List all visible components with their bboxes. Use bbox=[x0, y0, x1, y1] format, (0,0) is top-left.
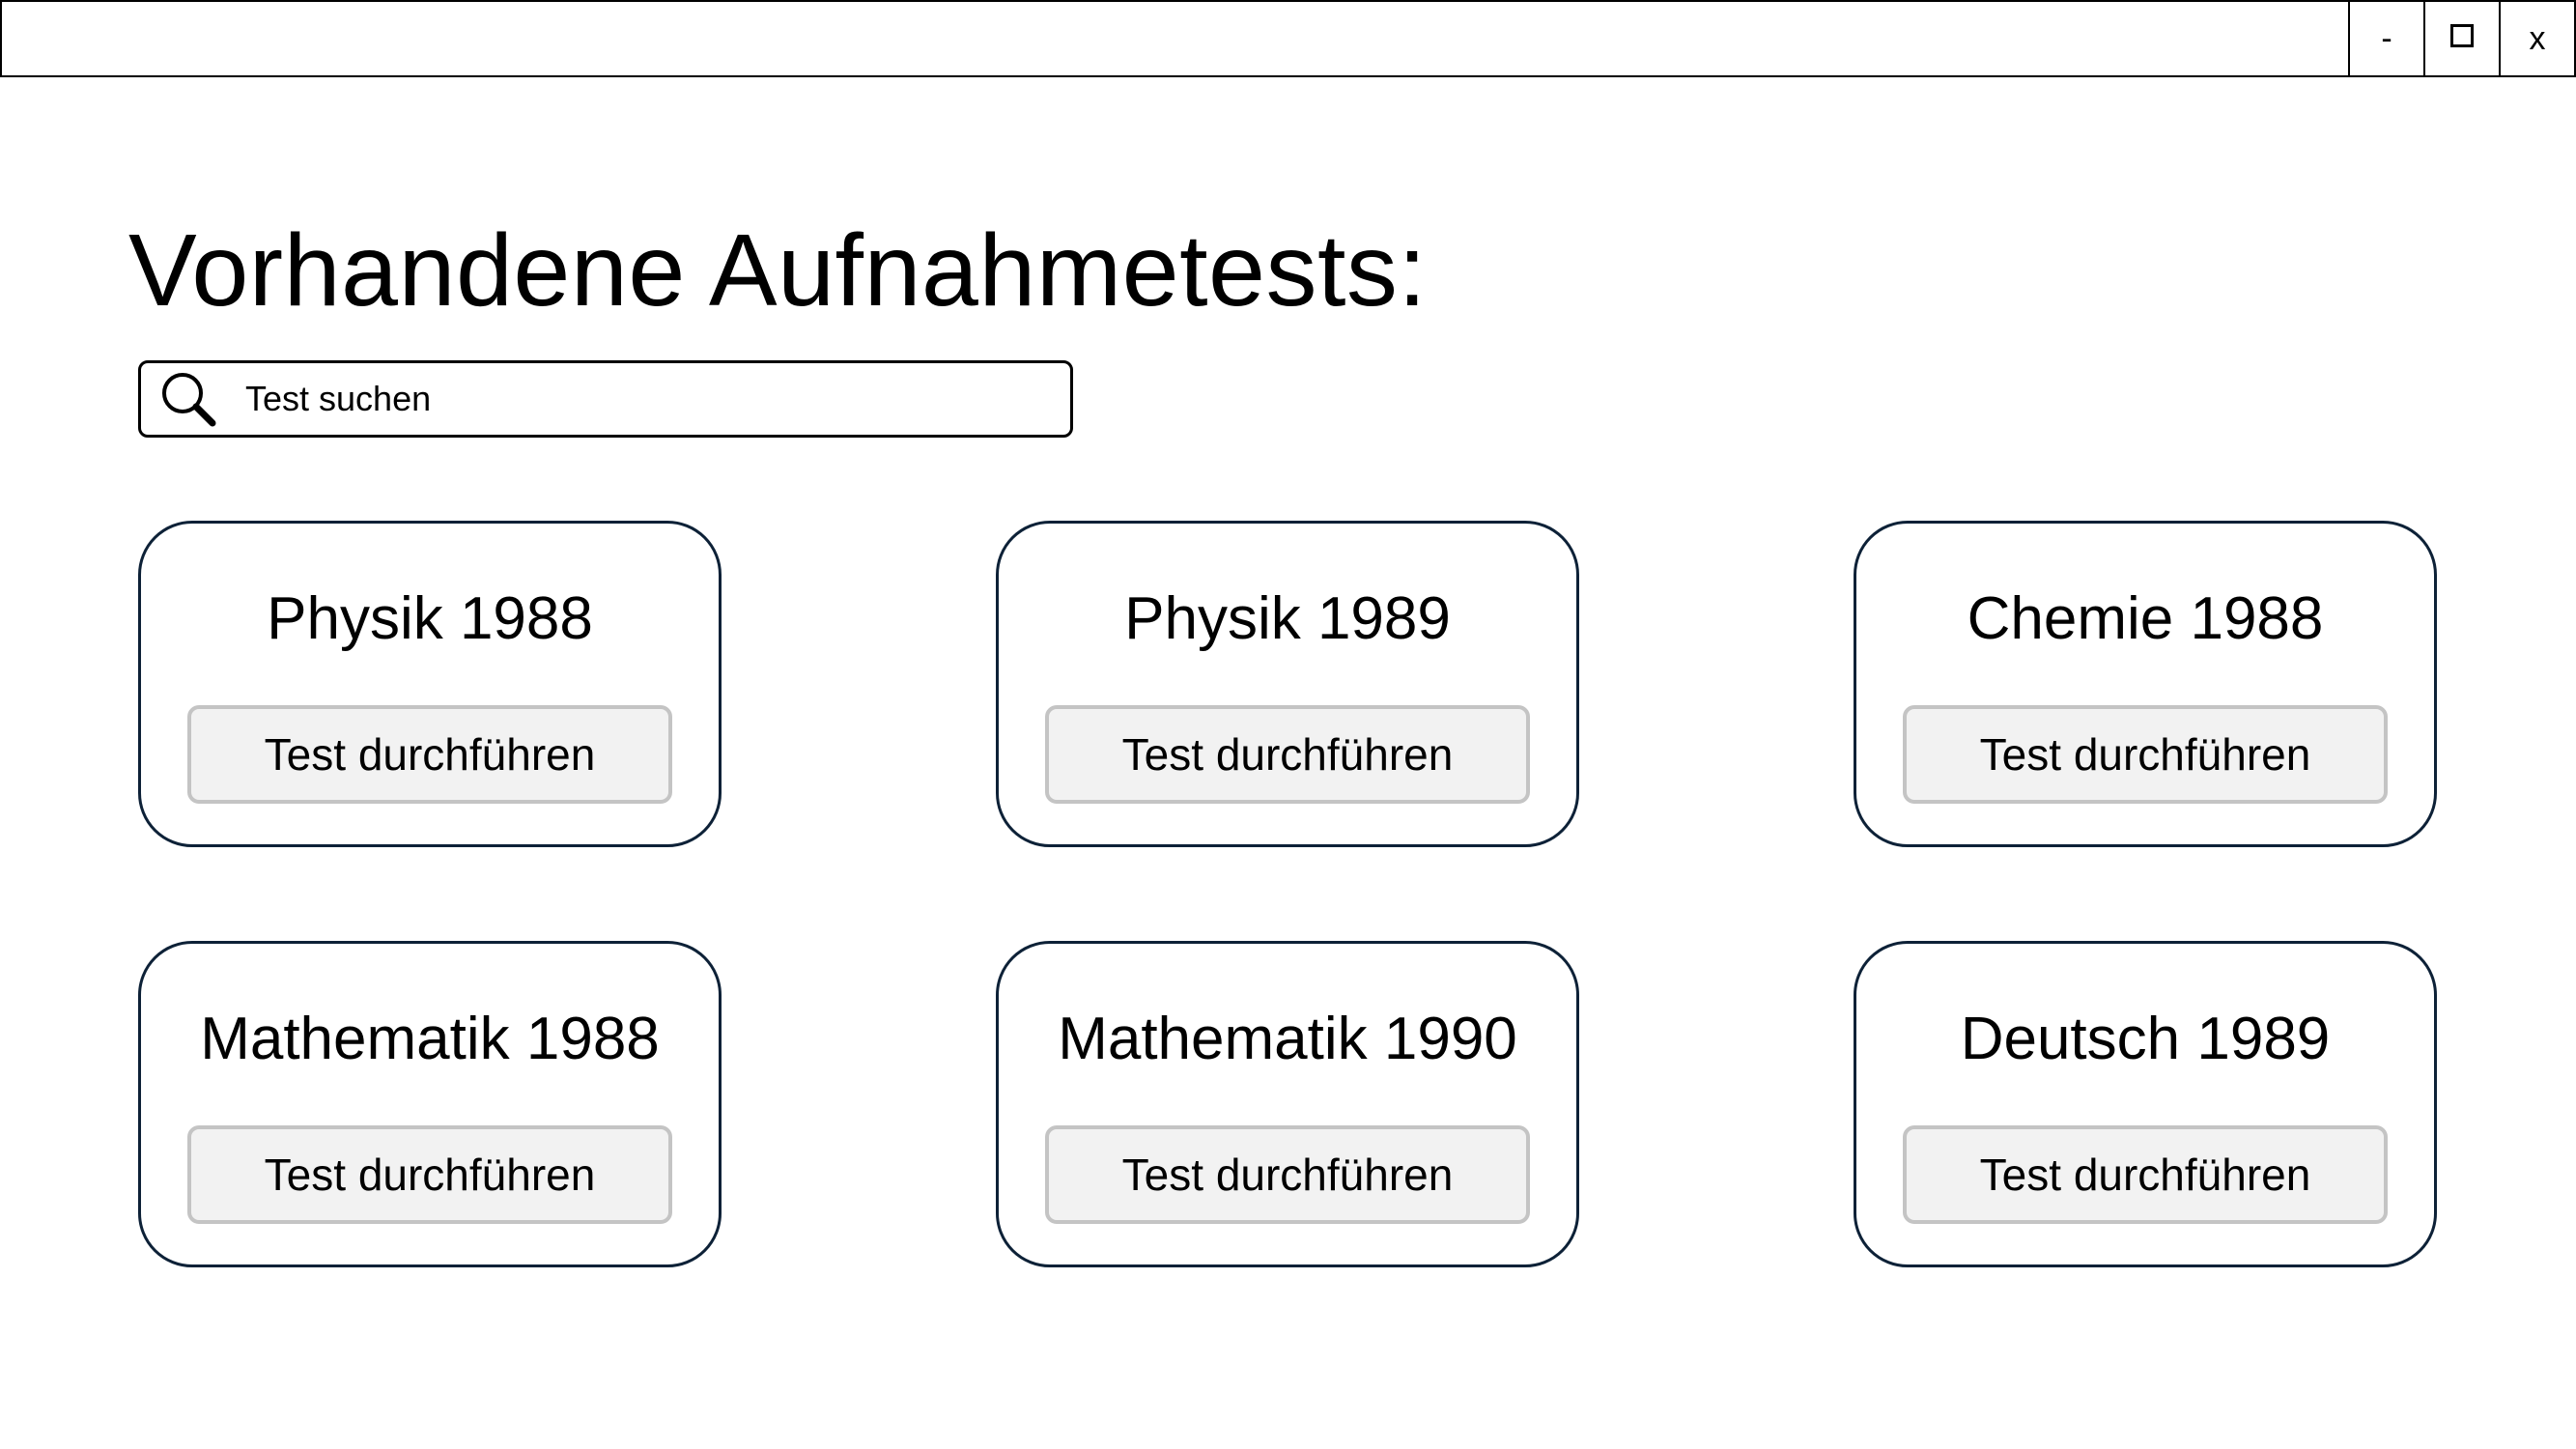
test-card-title: Physik 1988 bbox=[267, 585, 593, 652]
test-card: Deutsch 1989 Test durchführen bbox=[1854, 941, 2437, 1267]
maximize-icon bbox=[2450, 24, 2474, 47]
page-title: Vorhandene Aufnahmetests: bbox=[128, 213, 1428, 327]
test-card: Mathematik 1988 Test durchführen bbox=[138, 941, 722, 1267]
test-card-grid: Physik 1988 Test durchführen Physik 1989… bbox=[138, 521, 2437, 1267]
maximize-button[interactable] bbox=[2423, 2, 2499, 75]
test-card-title: Deutsch 1989 bbox=[1960, 1006, 2331, 1072]
test-card-title: Mathematik 1990 bbox=[1058, 1006, 1517, 1072]
run-test-button[interactable]: Test durchführen bbox=[1903, 1125, 2388, 1224]
test-card-title: Physik 1989 bbox=[1124, 585, 1451, 652]
test-card: Mathematik 1990 Test durchführen bbox=[996, 941, 1579, 1267]
test-card: Physik 1988 Test durchführen bbox=[138, 521, 722, 847]
close-button[interactable]: x bbox=[2499, 2, 2574, 75]
window-titlebar: - x bbox=[0, 0, 2576, 77]
test-card: Physik 1989 Test durchführen bbox=[996, 521, 1579, 847]
minimize-button[interactable]: - bbox=[2348, 2, 2423, 75]
search-input[interactable] bbox=[243, 378, 1020, 420]
run-test-button[interactable]: Test durchführen bbox=[187, 1125, 672, 1224]
close-icon: x bbox=[2529, 19, 2546, 57]
test-card-title: Chemie 1988 bbox=[1967, 585, 2324, 652]
test-card-title: Mathematik 1988 bbox=[200, 1006, 660, 1072]
run-test-button[interactable]: Test durchführen bbox=[187, 705, 672, 804]
minimize-icon: - bbox=[2381, 19, 2392, 57]
run-test-button[interactable]: Test durchführen bbox=[1045, 1125, 1530, 1224]
search-icon bbox=[162, 373, 216, 427]
run-test-button[interactable]: Test durchführen bbox=[1045, 705, 1530, 804]
window-controls: - x bbox=[2348, 2, 2574, 75]
test-card: Chemie 1988 Test durchführen bbox=[1854, 521, 2437, 847]
run-test-button[interactable]: Test durchführen bbox=[1903, 705, 2388, 804]
search-bar[interactable] bbox=[138, 360, 1073, 438]
